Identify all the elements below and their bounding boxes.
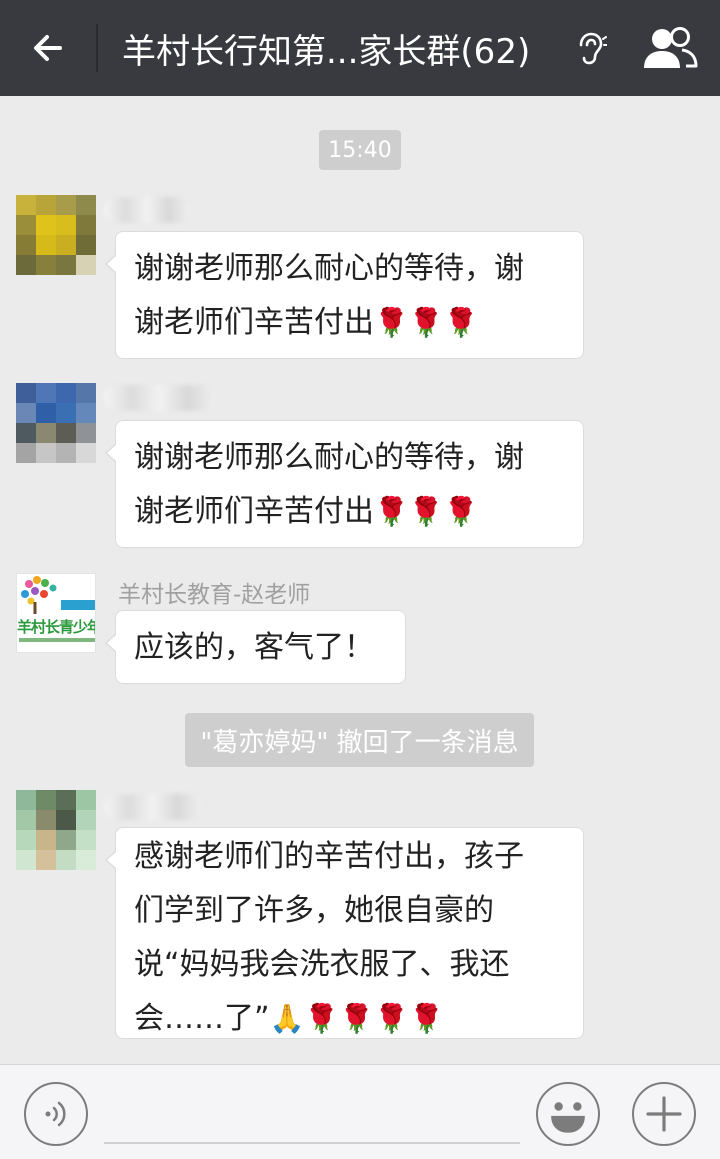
message-input[interactable]	[104, 1142, 520, 1144]
voice-input-button[interactable]	[24, 1082, 88, 1146]
voice-input-icon	[45, 1101, 66, 1127]
sender-name-blurred	[104, 197, 190, 223]
input-bar	[0, 1064, 720, 1159]
plus-icon	[646, 1096, 682, 1132]
timestamp-badge: 15:40	[319, 130, 401, 170]
rose-emoji: 🌹🌹🌹	[374, 306, 479, 339]
header-divider	[96, 24, 98, 72]
avatar[interactable]	[16, 383, 96, 463]
message-text: 应该的，客气了！	[134, 630, 374, 665]
chat-title: 羊村长行知第...家长群(62)	[122, 31, 531, 72]
message-list[interactable]: 15:40 谢谢老师那么耐心的等待，谢 谢老师们辛苦付出🌹🌹🌹 谢谢老师那么耐心…	[0, 96, 720, 1064]
back-arrow-icon	[34, 35, 62, 61]
chat-header: 羊村长行知第...家长群(62)	[0, 0, 720, 96]
earpiece-mode-button[interactable]	[560, 0, 620, 96]
sender-name: 羊村长教育-赵老师	[118, 582, 311, 608]
rose-emoji: 🌹🌹🌹	[374, 495, 479, 528]
logo-text: 羊村长青少年	[17, 618, 96, 636]
recall-notice: "葛亦婷妈" 撤回了一条消息	[185, 713, 534, 767]
earpiece-mode-icon	[579, 32, 607, 65]
message-bubble[interactable]: 谢谢老师那么耐心的等待，谢 谢老师们辛苦付出🌹🌹🌹	[105, 420, 584, 548]
group-members-button[interactable]	[620, 0, 720, 96]
emoji-face-icon	[551, 1102, 585, 1133]
sender-name-blurred	[104, 385, 216, 411]
avatar[interactable]	[16, 195, 96, 275]
group-members-icon	[644, 27, 698, 68]
message-bubble[interactable]: 谢谢老师那么耐心的等待，谢 谢老师们辛苦付出🌹🌹🌹	[105, 231, 584, 359]
emoji-button[interactable]	[536, 1082, 600, 1146]
message-bubble[interactable]: 应该的，客气了！	[105, 610, 406, 684]
back-button[interactable]	[0, 0, 96, 96]
avatar[interactable]: 羊村长青少年	[16, 573, 96, 653]
pray-and-rose-emoji: 🙏🌹🌹🌹🌹	[269, 1002, 444, 1035]
more-functions-button[interactable]	[632, 1082, 696, 1146]
avatar[interactable]	[16, 790, 96, 870]
message-bubble[interactable]: 感谢老师们的辛苦付出，孩子 们学到了许多，她很自豪的 说“妈妈我会洗衣服了、我还…	[105, 827, 584, 1039]
sender-name-blurred	[104, 794, 202, 820]
